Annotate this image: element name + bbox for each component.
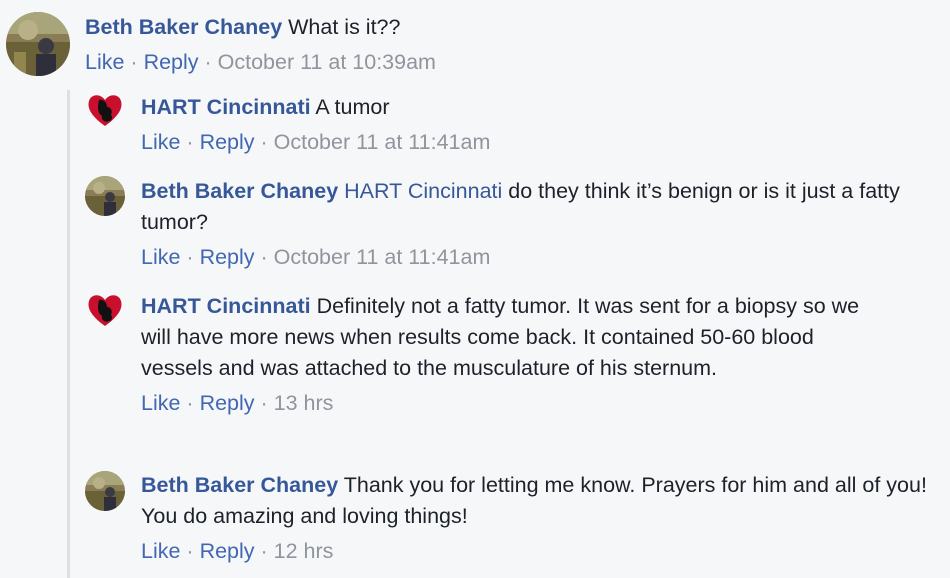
reply-thread-line [67, 90, 70, 578]
comment-author[interactable]: HART Cincinnati [141, 95, 311, 119]
reply-link[interactable]: Reply [200, 245, 255, 269]
separator: · [254, 539, 274, 563]
timestamp[interactable]: October 11 at 10:39am [218, 50, 436, 74]
like-link[interactable]: Like [141, 391, 180, 415]
comment-actions: Like · Reply · October 11 at 11:41am [141, 128, 931, 156]
separator: · [180, 245, 200, 269]
beth-avatar-icon[interactable] [85, 176, 125, 216]
comment-actions: Like · Reply · 12 hrs [141, 537, 931, 565]
timestamp[interactable]: October 11 at 11:41am [274, 245, 491, 269]
comment-author[interactable]: HART Cincinnati [141, 294, 311, 318]
separator: · [198, 50, 218, 74]
beth-avatar-icon[interactable] [6, 12, 70, 76]
like-link[interactable]: Like [141, 130, 180, 154]
comment-actions: Like · Reply · October 11 at 11:41am [141, 243, 931, 271]
timestamp[interactable]: 12 hrs [274, 539, 334, 563]
reply-link[interactable]: Reply [200, 539, 255, 563]
separator: · [180, 539, 200, 563]
reply-link[interactable]: Reply [200, 391, 255, 415]
comment-text: A tumor [315, 95, 390, 119]
reply-link[interactable]: Reply [144, 50, 199, 74]
like-link[interactable]: Like [141, 245, 180, 269]
comment-actions: Like · Reply · October 11 at 10:39am [85, 48, 935, 76]
comment-author[interactable]: Beth Baker Chaney [141, 179, 338, 203]
comment-text: What is it?? [288, 15, 401, 39]
hart-logo-icon[interactable] [85, 290, 125, 330]
timestamp[interactable]: 13 hrs [274, 391, 334, 415]
reply-link[interactable]: Reply [200, 130, 255, 154]
separator: · [180, 130, 200, 154]
like-link[interactable]: Like [141, 539, 180, 563]
comment-author[interactable]: Beth Baker Chaney [85, 15, 282, 39]
mention-link[interactable]: HART Cincinnati [344, 179, 502, 203]
timestamp[interactable]: October 11 at 11:41am [274, 130, 491, 154]
like-link[interactable]: Like [85, 50, 124, 74]
separator: · [254, 391, 274, 415]
separator: · [180, 391, 200, 415]
separator: · [124, 50, 144, 74]
separator: · [254, 130, 274, 154]
comment-actions: Like · Reply · 13 hrs [141, 389, 861, 417]
beth-avatar-icon[interactable] [85, 471, 125, 511]
comment-author[interactable]: Beth Baker Chaney [141, 473, 338, 497]
hart-logo-icon[interactable] [85, 90, 125, 130]
separator: · [254, 245, 274, 269]
